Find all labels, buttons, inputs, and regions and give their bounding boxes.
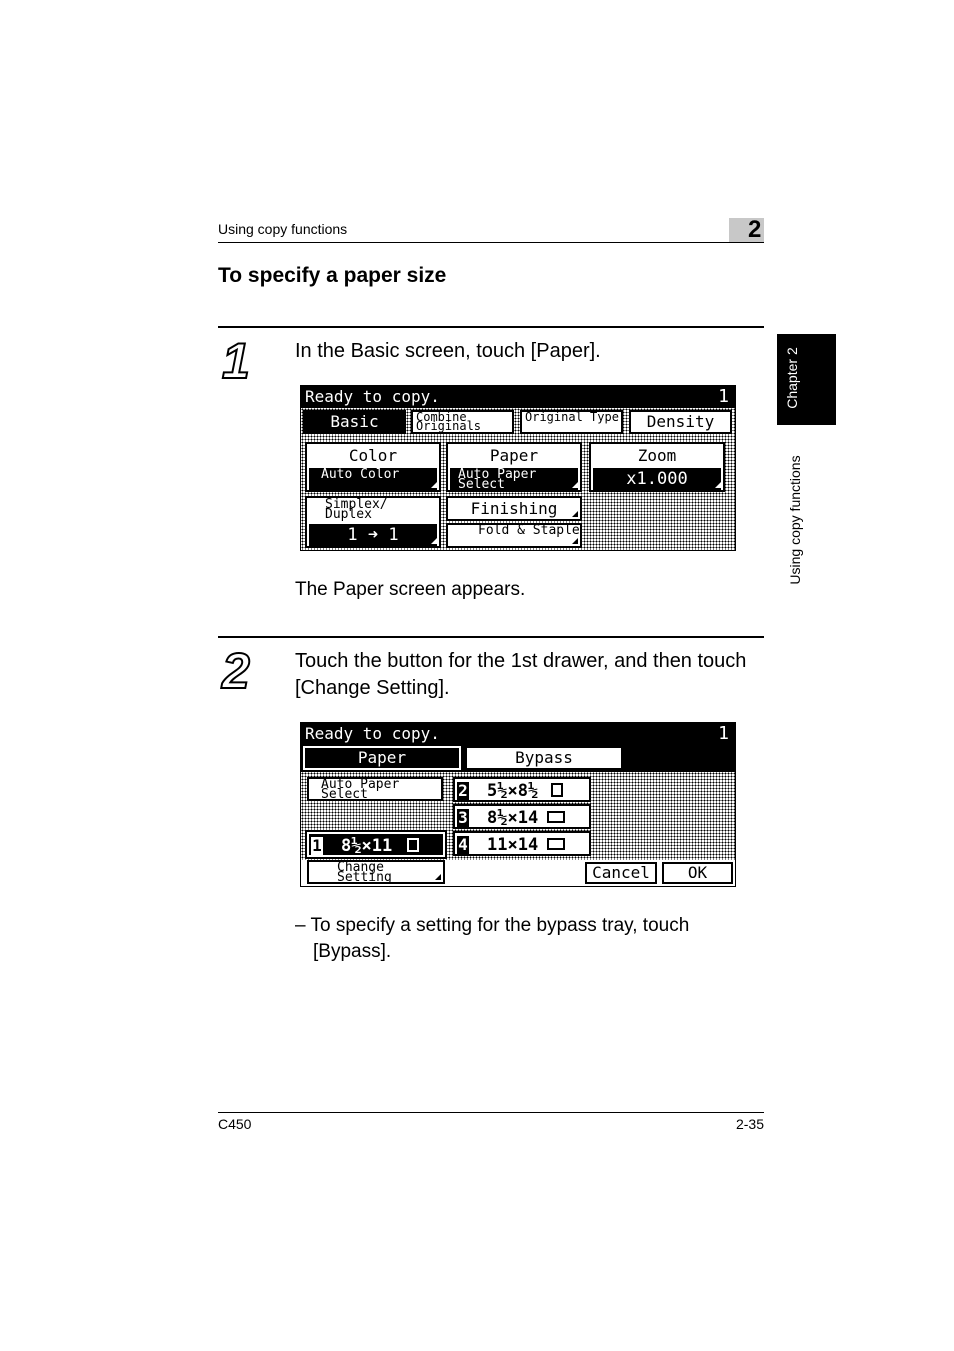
color-button[interactable]: Color Auto Color [305, 442, 441, 492]
page-indicator: 1 [718, 386, 729, 407]
step-1-text: In the Basic screen, touch [Paper]. [295, 340, 601, 362]
side-chapter-label: Chapter 2 [784, 347, 800, 409]
corner-indicator [572, 538, 578, 544]
change-setting-label: Change Setting [337, 860, 392, 885]
paper-screen: Ready to copy. 1 Paper Bypass Auto Paper… [300, 722, 736, 887]
paper-portrait-icon [407, 838, 419, 852]
zoom-label: Zoom [637, 446, 677, 465]
footer-model: C450 [218, 1116, 252, 1132]
simplex-duplex-button[interactable]: Simplex/ Duplex 1 ➜ 1 [305, 496, 441, 548]
fold-staple-button[interactable]: Fold & Staple [446, 523, 582, 548]
tray-3-size: 8½×14 [487, 808, 539, 828]
tray-1-number: 1 [311, 836, 323, 855]
paper-portrait-icon [551, 783, 563, 797]
ok-label: OK [687, 863, 708, 882]
status-text: Ready to copy. [305, 724, 440, 743]
tab-basic[interactable]: Basic [303, 410, 406, 434]
step-2-rule [218, 636, 764, 638]
tray-2-size: 5½×8½ [487, 781, 539, 801]
paper-label: Paper [489, 446, 539, 465]
paper-value: Auto Paper Select [450, 468, 578, 491]
color-label: Color [348, 446, 398, 465]
status-text: Ready to copy. [305, 387, 440, 406]
tray-1-button[interactable]: 1 8½×11 [305, 830, 447, 859]
change-setting-button[interactable]: Change Setting [307, 860, 445, 884]
tray-1-size: 8½×11 [341, 836, 393, 856]
corner-indicator [435, 874, 441, 880]
basic-screen: Ready to copy. 1 Basic Combine Originals… [300, 385, 736, 551]
simplex-label: Simplex/ Duplex [325, 497, 388, 522]
tab-combine-originals[interactable]: Combine Originals [411, 410, 514, 434]
paper-landscape-icon [547, 838, 565, 850]
corner-indicator [572, 511, 578, 517]
side-section-label: Using copy functions [787, 455, 803, 585]
tab-paper[interactable]: Paper [303, 746, 461, 770]
corner-indicator [431, 482, 437, 488]
finishing-label: Finishing [470, 499, 558, 518]
tray-4-number: 4 [457, 835, 469, 854]
tray-3-number: 3 [457, 808, 469, 827]
simplex-value: 1 ➜ 1 [309, 524, 437, 546]
chapter-number: 2 [748, 216, 762, 243]
step-1-number: 1 [221, 333, 251, 389]
header-rule [218, 242, 764, 243]
corner-indicator [572, 482, 578, 488]
tray-2-button[interactable]: 2 5½×8½ [453, 777, 591, 802]
auto-paper-select-button[interactable]: Auto Paper Select [307, 777, 443, 801]
footer-page-number: 2-35 [735, 1116, 764, 1132]
tray-4-button[interactable]: 4 11×14 [453, 831, 591, 856]
finishing-button[interactable]: Finishing [446, 496, 582, 521]
paper-button[interactable]: Paper Auto Paper Select [446, 442, 582, 492]
step-2-note: – To specify a setting for the bypass tr… [295, 915, 690, 962]
step-2-text: Touch the button for the 1st drawer, and… [295, 650, 747, 699]
step-1-rule [218, 326, 764, 328]
footer-rule [218, 1112, 764, 1113]
tray-3-button[interactable]: 3 8½×14 [453, 804, 591, 829]
status-bar: Ready to copy. [301, 723, 735, 745]
tab-bypass[interactable]: Bypass [465, 746, 623, 770]
paper-landscape-icon [547, 811, 565, 823]
tray-2-number: 2 [457, 781, 469, 800]
status-bar: Ready to copy. [301, 386, 735, 408]
corner-indicator [431, 538, 437, 544]
step-1-result: The Paper screen appears. [295, 579, 526, 600]
zoom-button[interactable]: Zoom x1.000 [589, 442, 725, 492]
fold-staple-label: Fold & Staple [478, 523, 580, 538]
running-header: Using copy functions [218, 221, 348, 237]
corner-indicator [715, 482, 721, 488]
color-value: Auto Color [309, 468, 437, 490]
page-indicator: 1 [718, 723, 729, 744]
ok-button[interactable]: OK [662, 862, 733, 884]
cancel-button[interactable]: Cancel [585, 862, 657, 884]
step-2-number: 2 [221, 643, 251, 699]
page-title: To specify a paper size [218, 264, 447, 287]
zoom-value: x1.000 [593, 468, 721, 490]
auto-paper-label: Auto Paper Select [321, 777, 400, 802]
tray-4-size: 11×14 [487, 835, 539, 855]
tab-density[interactable]: Density [629, 410, 732, 434]
tab-original-type[interactable]: Original Type [520, 410, 623, 434]
cancel-label: Cancel [592, 863, 650, 882]
